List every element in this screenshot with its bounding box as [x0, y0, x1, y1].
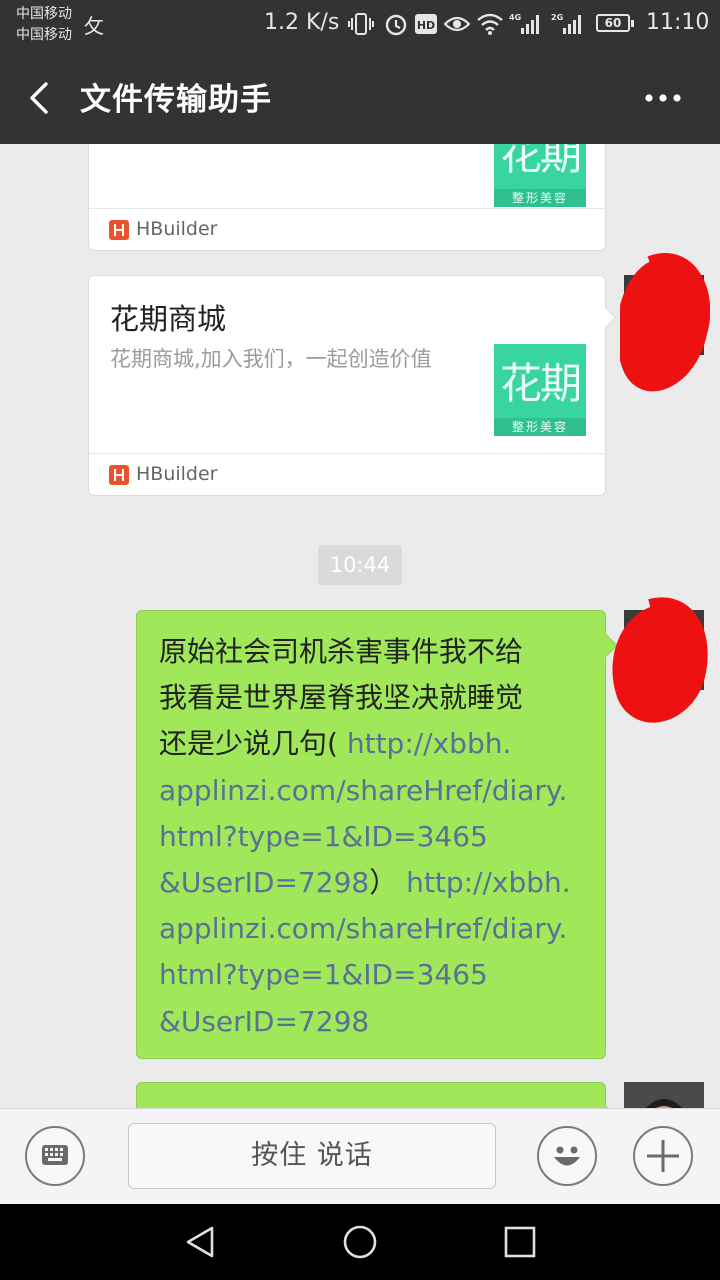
thumbnail-subtitle: 整形美容	[494, 189, 586, 207]
url-link[interactable]: html?type=1&ID=3465	[159, 820, 488, 853]
svg-text:HD: HD	[417, 19, 435, 32]
hold-to-talk-button[interactable]: 按住 说话	[128, 1123, 496, 1189]
vibrate-icon	[348, 12, 374, 36]
system-navigation-bar	[0, 1204, 720, 1280]
card-source-footer: HBuilder	[89, 453, 605, 495]
signal-2g-icon: 2G	[550, 12, 586, 36]
message-text: 原始社会司机杀害事件我不给 我看是世界屋脊我坚决就睡觉 还是少说几句( http…	[159, 629, 589, 1045]
user-avatar[interactable]	[620, 253, 710, 392]
keyboard-icon	[42, 1145, 68, 1165]
text-segment: 原始社会司机杀害事件我不给	[159, 635, 524, 668]
thumbnail-title: 花期	[499, 359, 582, 408]
card-pointer	[594, 306, 617, 329]
chat-header: 文件传输助手	[0, 50, 720, 144]
card-thumbnail: 花期 整形美容	[494, 344, 586, 436]
alarm-icon	[384, 12, 408, 36]
eye-icon	[444, 12, 470, 36]
message-timestamp: 10:44	[318, 545, 402, 585]
message-line: applinzi.com/shareHref/diary.	[159, 906, 589, 952]
shared-link-card[interactable]: 花期商城 花期商城,加入我们，一起创造价值 花期 整形美容 HBuilder	[88, 275, 617, 496]
back-button[interactable]	[20, 76, 60, 120]
network-speed: 1.2 K/s	[264, 10, 340, 35]
triangle-back-icon	[186, 1226, 214, 1258]
url-link[interactable]: applinzi.com/shareHref/diary.	[159, 912, 567, 945]
avatar-photo-icon	[624, 1082, 704, 1108]
url-link[interactable]: &UserID=7298	[159, 1005, 369, 1038]
carrier-glyph: 攵	[84, 14, 104, 38]
message-line: html?type=1&ID=3465	[159, 952, 589, 998]
svg-text:2G: 2G	[551, 13, 563, 22]
card-title: 花期商城	[110, 302, 227, 336]
card-thumbnail: 花期 整形美容	[494, 144, 586, 207]
more-options-button[interactable]	[638, 80, 688, 116]
emoji-button[interactable]	[537, 1126, 597, 1186]
signal-4g-icon: 4G	[508, 12, 544, 36]
card-description: 花期商城,加入我们，一起创造价值	[110, 347, 432, 371]
url-link[interactable]: http://xbbh.	[338, 727, 512, 760]
redacted-avatar-scribble	[612, 597, 708, 723]
url-link[interactable]: applinzi.com/shareHref/diary.	[159, 774, 567, 807]
wifi-icon	[476, 12, 504, 36]
card-source-name: HBuilder	[136, 218, 218, 240]
hd-icon: HD	[414, 12, 438, 36]
carrier-labels: 中国移动 中国移动	[16, 4, 72, 46]
thumbnail-subtitle: 整形美容	[494, 418, 586, 436]
redacted-avatar-scribble	[620, 253, 710, 392]
url-link[interactable]: html?type=1&ID=3465	[159, 958, 488, 991]
hbuilder-logo-icon	[109, 220, 129, 240]
message-line: applinzi.com/shareHref/diary.	[159, 768, 589, 814]
card-source-name: HBuilder	[136, 463, 218, 485]
url-link[interactable]: http://xbbh.	[397, 866, 571, 899]
chat-input-bar: 按住 说话	[0, 1108, 720, 1204]
shared-link-card-partial[interactable]: 花期 整形美容 HBuilder	[88, 144, 606, 251]
message-line: &UserID=7298） http://xbbh.	[159, 860, 589, 906]
square-recents-icon	[504, 1226, 536, 1258]
plus-icon	[647, 1140, 679, 1172]
nav-back-button[interactable]	[180, 1222, 220, 1262]
message-line: 我看是世界屋脊我坚决就睡觉	[159, 675, 589, 721]
circle-home-icon	[343, 1225, 377, 1259]
user-avatar[interactable]	[624, 1082, 704, 1108]
keyboard-toggle-button[interactable]	[25, 1126, 85, 1186]
more-functions-button[interactable]	[633, 1126, 693, 1186]
battery-indicator: 60	[596, 14, 634, 32]
url-link[interactable]: &UserID=7298	[159, 866, 369, 899]
message-line: 还是少说几句( http://xbbh.	[159, 721, 589, 767]
clock: 11:10	[646, 10, 710, 35]
chat-title: 文件传输助手	[80, 82, 272, 118]
user-avatar[interactable]	[612, 597, 708, 723]
text-segment: 我看是世界屋脊我坚决就睡觉	[159, 681, 524, 715]
more-dots-icon	[645, 94, 681, 102]
emoji-icon	[554, 1146, 580, 1166]
hbuilder-logo-icon	[109, 465, 129, 485]
status-bar: 中国移动 中国移动 攵 1.2 K/s HD 4G 2G 60 11:10	[0, 0, 720, 50]
svg-text:4G: 4G	[509, 13, 521, 22]
sent-text-message[interactable]: 原始社会司机杀害事件我不给 我看是世界屋脊我坚决就睡觉 还是少说几句( http…	[136, 610, 618, 1059]
message-line: &UserID=7298	[159, 999, 589, 1045]
text-segment: ）	[369, 866, 398, 900]
card-source-footer: HBuilder	[89, 208, 605, 250]
carrier-2: 中国移动	[16, 27, 72, 43]
nav-home-button[interactable]	[340, 1222, 380, 1262]
nav-recents-button[interactable]	[500, 1222, 540, 1262]
carrier-1: 中国移动	[16, 6, 72, 22]
chevron-left-icon	[30, 82, 48, 114]
message-list[interactable]: 花期 整形美容 HBuilder 花期商城 花期商城,加入我们，一起创造价值 花…	[0, 144, 720, 1108]
thumbnail-title: 花期	[499, 144, 582, 179]
message-line: html?type=1&ID=3465	[159, 814, 589, 860]
message-line: 原始社会司机杀害事件我不给	[159, 629, 589, 675]
text-segment: 还是少说几句(	[159, 727, 338, 761]
sent-text-message-partial[interactable]	[136, 1082, 618, 1108]
